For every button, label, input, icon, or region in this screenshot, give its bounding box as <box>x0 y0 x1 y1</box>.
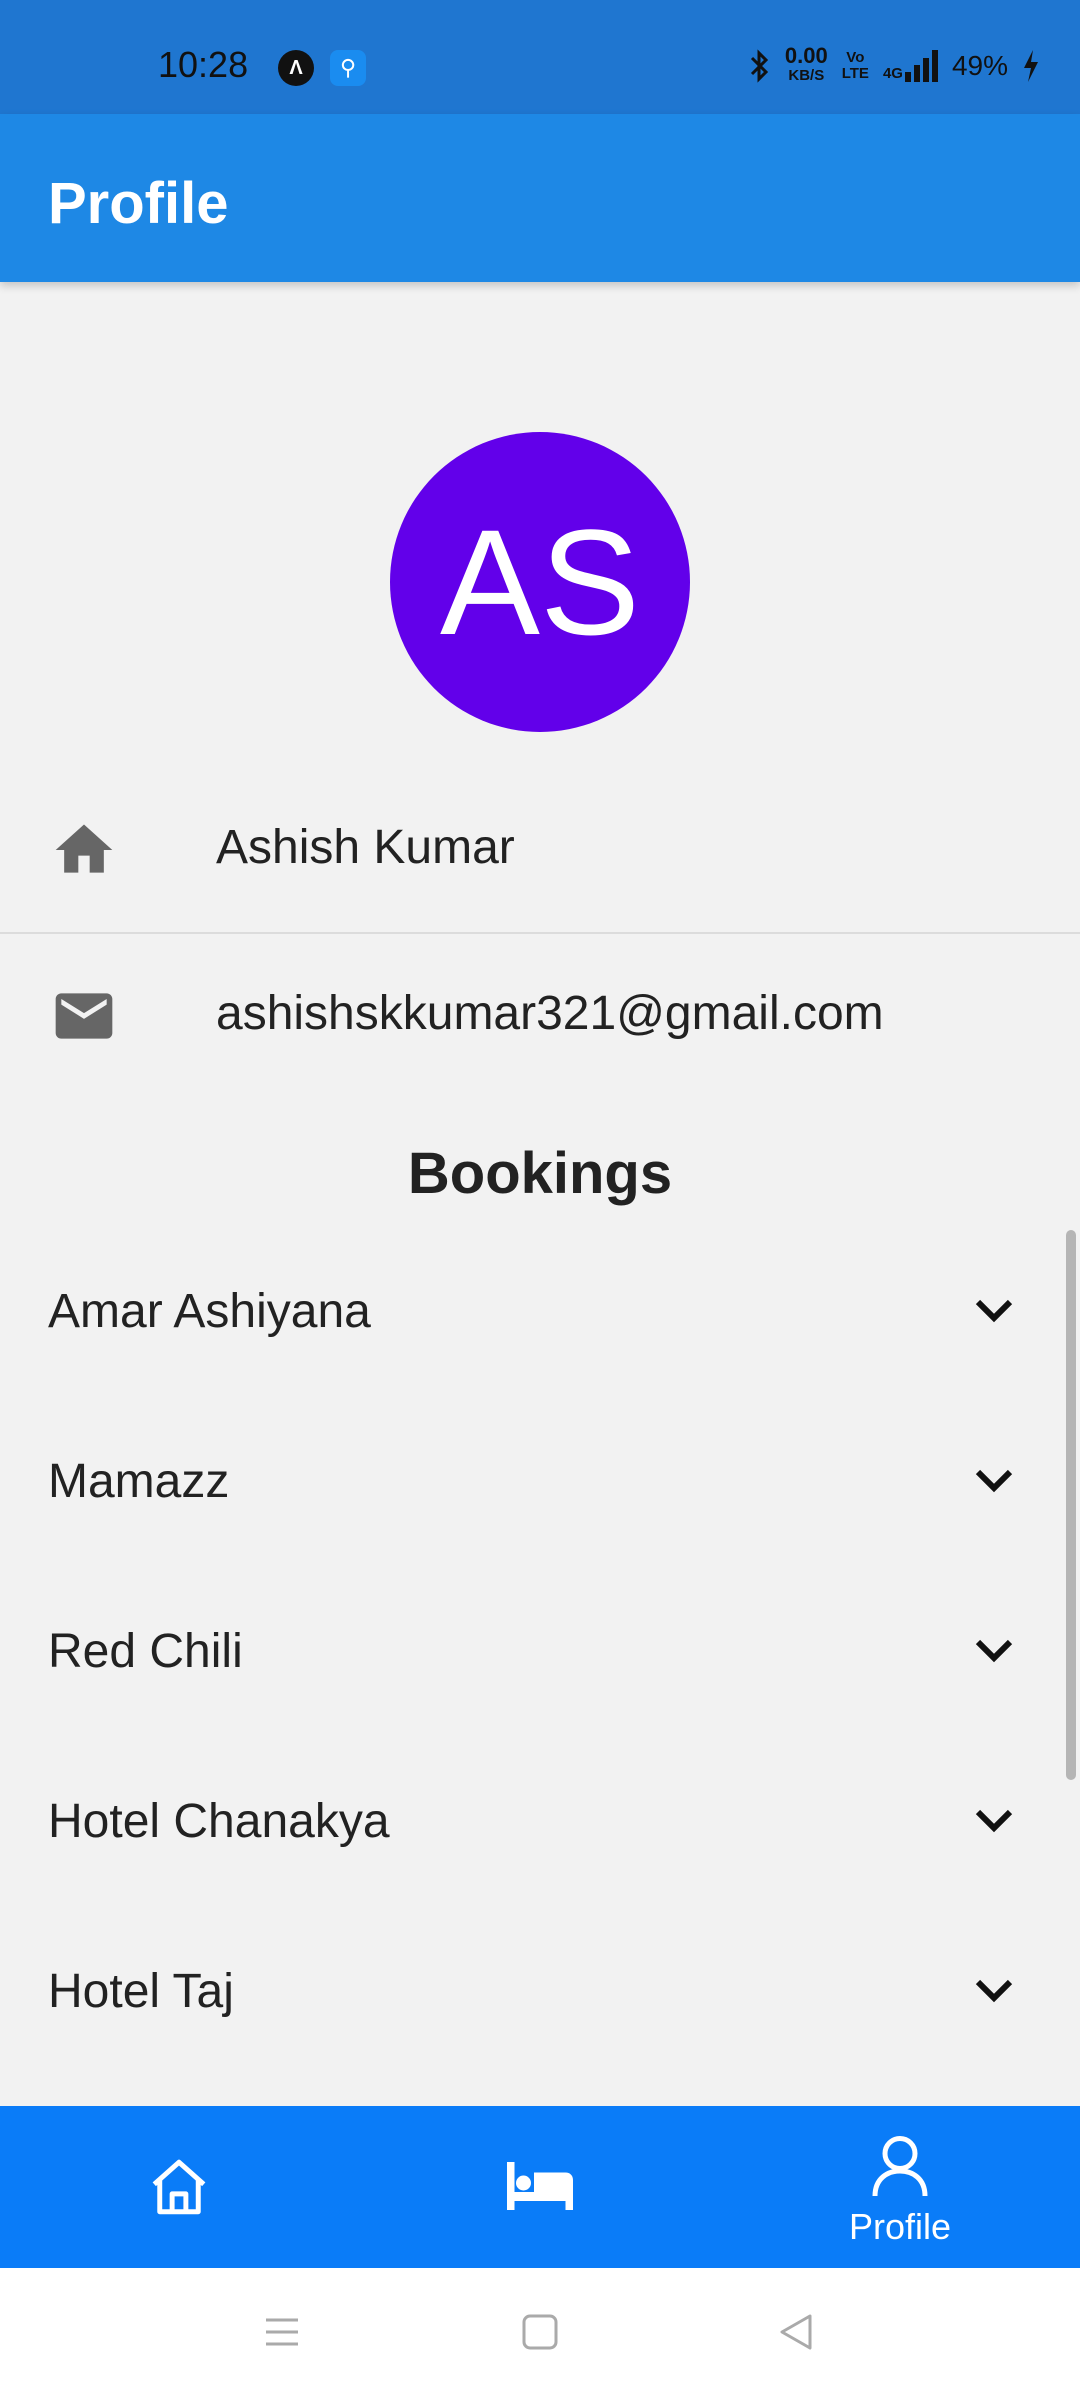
booking-label: Mamazz <box>48 1455 230 1508</box>
app-bar: Profile <box>0 114 1080 282</box>
chevron-down-icon[interactable] <box>970 1286 1018 1334</box>
status-bar: 10:28 Λ ⚲ 0.00 KB/S Vo LTE 4G 49% <box>0 0 1080 114</box>
booking-label: Hotel Taj <box>48 1965 234 2018</box>
chevron-down-icon[interactable] <box>970 1796 1018 1844</box>
nav-profile[interactable]: Profile <box>720 2106 1080 2268</box>
email-icon <box>55 993 113 1039</box>
bluetooth-icon <box>750 49 769 83</box>
page-title: Profile <box>48 171 229 236</box>
booking-item[interactable]: Hotel Taj <box>0 1906 1080 2076</box>
booking-label: Amar Ashiyana <box>48 1285 371 1338</box>
bottom-nav: Profile <box>0 2106 1080 2268</box>
bed-icon <box>507 2162 573 2210</box>
chevron-down-icon[interactable] <box>970 1626 1018 1674</box>
network-type: 4G <box>882 65 903 82</box>
charging-icon <box>1024 50 1038 82</box>
system-nav <box>0 2268 1080 2400</box>
booking-label: Hotel Chanakya <box>48 1795 390 1848</box>
user-email: ashishskkumar321@gmail.com <box>216 987 884 1040</box>
user-name: Ashish Kumar <box>216 821 515 874</box>
avatar: AS <box>390 432 690 732</box>
name-row: Ashish Kumar <box>0 768 1080 934</box>
booking-item[interactable]: Mamazz <box>0 1396 1080 1566</box>
back-icon[interactable] <box>776 2312 816 2352</box>
network-speed: 0.00 KB/S <box>784 43 828 85</box>
scrollbar[interactable] <box>1066 1230 1076 1780</box>
battery-percentage: 49% <box>951 50 1008 81</box>
bookings-list: Amar Ashiyana Mamazz Red Chili Hotel Cha… <box>0 1226 1080 2076</box>
home-icon <box>55 824 113 873</box>
usb-icon: ⚲ <box>330 50 366 86</box>
person-icon <box>872 2136 928 2197</box>
booking-item[interactable]: Amar Ashiyana <box>0 1226 1080 1396</box>
booking-item[interactable]: Hotel Chanakya <box>0 1736 1080 1906</box>
volte-indicator: Vo LTE <box>841 49 869 82</box>
status-indicators: 0.00 KB/S Vo LTE 4G 49% <box>749 43 1040 86</box>
signal-icon <box>904 50 938 82</box>
menu-icon[interactable] <box>262 2312 302 2352</box>
bookings-heading: Bookings <box>407 1141 673 1206</box>
nav-home[interactable] <box>0 2106 360 2268</box>
chevron-down-icon[interactable] <box>970 1966 1018 2014</box>
chevron-down-icon[interactable] <box>970 1456 1018 1504</box>
home-icon <box>152 2159 206 2215</box>
home-button-icon[interactable] <box>520 2312 560 2352</box>
booking-label: Red Chili <box>48 1625 243 1678</box>
app-notification-icon: Λ <box>278 50 314 86</box>
booking-item[interactable]: Red Chili <box>0 1566 1080 1736</box>
email-row: ashishskkumar321@gmail.com <box>0 934 1080 1098</box>
status-time: 10:28 <box>158 44 249 85</box>
nav-bookings[interactable] <box>360 2106 720 2268</box>
nav-profile-label: Profile <box>848 2206 952 2247</box>
